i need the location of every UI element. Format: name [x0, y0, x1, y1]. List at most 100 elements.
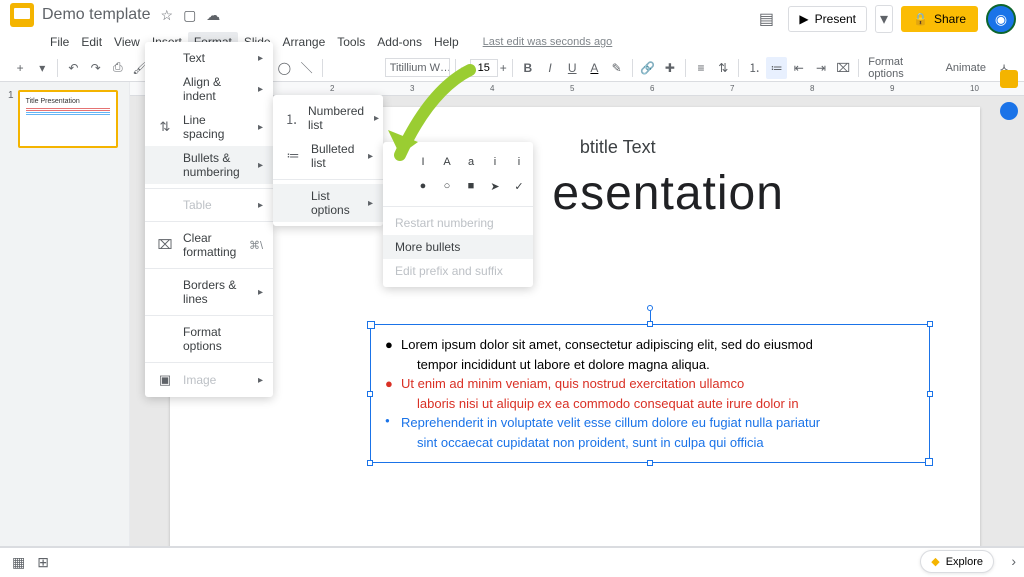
- tasks-icon[interactable]: [1000, 102, 1018, 120]
- bullet-preset-square[interactable]: ■: [459, 174, 483, 198]
- menu-format-options[interactable]: Format options: [145, 320, 273, 358]
- menu-borders-lines[interactable]: Borders & lines▸: [145, 273, 273, 311]
- font-select[interactable]: Titillium W… ▾: [385, 58, 450, 77]
- menu-numbered-list[interactable]: ⒈Numbered list▸: [273, 99, 383, 137]
- menu-arrange[interactable]: Arrange: [277, 32, 332, 52]
- cloud-status-icon[interactable]: ☁: [206, 7, 220, 24]
- expand-icon[interactable]: ›: [1011, 553, 1016, 569]
- bullet-preset-circle[interactable]: ○: [435, 174, 459, 198]
- lock-icon: 🔒: [913, 12, 928, 26]
- bullet-preset-disc[interactable]: ●: [411, 174, 435, 198]
- menu-bulleted-list[interactable]: ≔Bulleted list▸: [273, 137, 383, 175]
- bullet-preset-I[interactable]: I: [411, 150, 435, 174]
- italic-icon[interactable]: I: [540, 57, 560, 79]
- align-icon[interactable]: ≡: [691, 57, 711, 79]
- menu-view[interactable]: View: [108, 32, 146, 52]
- doc-title[interactable]: Demo template: [42, 6, 151, 24]
- explore-button[interactable]: ◆ Explore: [920, 550, 994, 573]
- resize-handle[interactable]: [647, 460, 653, 466]
- slides-logo[interactable]: [10, 3, 34, 27]
- font-size-input[interactable]: [470, 59, 498, 77]
- menu-file[interactable]: File: [44, 32, 75, 52]
- list-item[interactable]: Reprehenderit in voluptate velit esse ci…: [385, 413, 915, 452]
- redo-icon[interactable]: ↷: [86, 57, 106, 79]
- animate-button[interactable]: Animate: [942, 62, 990, 74]
- decrease-size-icon[interactable]: −: [461, 61, 468, 75]
- line-spacing-icon[interactable]: ⇅: [713, 57, 733, 79]
- line-icon[interactable]: ＼: [297, 57, 317, 79]
- list-item[interactable]: Lorem ipsum dolor sit amet, consectetur …: [385, 335, 915, 374]
- clear-format-icon[interactable]: ⌧: [833, 57, 853, 79]
- share-button[interactable]: 🔒Share: [901, 6, 978, 32]
- explore-label: Explore: [946, 556, 983, 568]
- font-size[interactable]: − +: [461, 59, 507, 77]
- thumbnail-panel: 1 Title Presentation: [0, 82, 130, 546]
- numbered-list-icon[interactable]: ⒈: [744, 57, 764, 79]
- increase-indent-icon[interactable]: ⇥: [811, 57, 831, 79]
- menu-bullets-numbering[interactable]: Bullets & numbering▸: [145, 146, 273, 184]
- edit-info[interactable]: Last edit was seconds ago: [477, 33, 619, 51]
- menu-table: Table▸: [145, 193, 273, 217]
- list-options-submenu: I A a i i ● ○ ■ ➤ ✓ Restart numbering Mo…: [383, 142, 533, 287]
- highlight-icon[interactable]: ✎: [607, 57, 627, 79]
- thumb-line-red: [26, 108, 110, 109]
- grid-view-icon[interactable]: ⊞: [37, 554, 49, 571]
- present-dropdown[interactable]: ▾: [875, 5, 893, 33]
- new-slide-button[interactable]: +: [10, 57, 30, 79]
- present-button[interactable]: ▶ Present: [788, 6, 867, 32]
- menu-more-bullets[interactable]: More bullets: [383, 235, 533, 259]
- bullet-preset-check[interactable]: ✓: [507, 174, 531, 198]
- list-item[interactable]: Ut enim ad minim veniam, quis nostrud ex…: [385, 374, 915, 413]
- menu-align-indent[interactable]: Align & indent▸: [145, 70, 273, 108]
- menu-text[interactable]: Text▸: [145, 46, 273, 70]
- bullet-preset-arrow[interactable]: ➤: [483, 174, 507, 198]
- menu-tools[interactable]: Tools: [331, 32, 371, 52]
- bold-icon[interactable]: B: [518, 57, 538, 79]
- format-options-button[interactable]: Format options: [864, 56, 939, 80]
- format-menu: Text▸ Align & indent▸ ⇅Line spacing▸ Bul…: [145, 42, 273, 397]
- present-label: Present: [815, 12, 856, 26]
- undo-icon[interactable]: ↶: [63, 57, 83, 79]
- resize-handle[interactable]: [367, 391, 373, 397]
- thumb-number: 1: [8, 90, 14, 148]
- menu-line-spacing[interactable]: ⇅Line spacing▸: [145, 108, 273, 146]
- new-slide-dropdown[interactable]: ▾: [32, 57, 52, 79]
- print-icon[interactable]: ⎙: [108, 57, 128, 79]
- menu-help[interactable]: Help: [428, 32, 465, 52]
- text-color-icon[interactable]: A: [584, 57, 604, 79]
- filmstrip-view-icon[interactable]: ▦: [12, 554, 25, 571]
- keep-icon[interactable]: [1000, 70, 1018, 88]
- play-icon: ▶: [799, 12, 808, 26]
- bulleted-list-icon[interactable]: ≔: [766, 57, 786, 79]
- star-icon[interactable]: ☆: [161, 7, 174, 24]
- image-icon: ▣: [157, 372, 173, 388]
- side-panel: [994, 60, 1024, 120]
- slide-thumbnail[interactable]: Title Presentation: [18, 90, 118, 148]
- underline-icon[interactable]: U: [562, 57, 582, 79]
- menu-image: ▣Image▸: [145, 367, 273, 393]
- text-box[interactable]: Lorem ipsum dolor sit amet, consectetur …: [370, 324, 930, 463]
- bullets-submenu: ⒈Numbered list▸ ≔Bulleted list▸ List opt…: [273, 95, 383, 226]
- menu-clear-formatting[interactable]: ⌧Clear formatting⌘\: [145, 226, 273, 264]
- bottom-bar: ▦ ⊞: [0, 547, 1024, 577]
- menu-list-options[interactable]: List options▸: [273, 184, 383, 222]
- avatar[interactable]: ◉: [986, 4, 1016, 34]
- bullet-preset-i2[interactable]: i: [507, 150, 531, 174]
- resize-handle[interactable]: [927, 391, 933, 397]
- resize-handle[interactable]: [367, 460, 373, 466]
- bullet-preset-i[interactable]: i: [483, 150, 507, 174]
- link-icon[interactable]: 🔗: [638, 57, 658, 79]
- resize-handle[interactable]: [927, 321, 933, 327]
- clear-format-icon: ⌧: [157, 237, 173, 253]
- increase-size-icon[interactable]: +: [500, 61, 507, 75]
- menu-edit[interactable]: Edit: [75, 32, 108, 52]
- resize-handle[interactable]: [647, 321, 653, 327]
- move-icon[interactable]: ▢: [183, 7, 196, 24]
- comment-history-icon[interactable]: ▤: [752, 5, 780, 33]
- bullet-preset-A[interactable]: A: [435, 150, 459, 174]
- shape-icon[interactable]: ◯: [274, 57, 294, 79]
- bullet-preset-a[interactable]: a: [459, 150, 483, 174]
- comment-icon[interactable]: ✚: [660, 57, 680, 79]
- decrease-indent-icon[interactable]: ⇤: [789, 57, 809, 79]
- menu-addons[interactable]: Add-ons: [371, 32, 428, 52]
